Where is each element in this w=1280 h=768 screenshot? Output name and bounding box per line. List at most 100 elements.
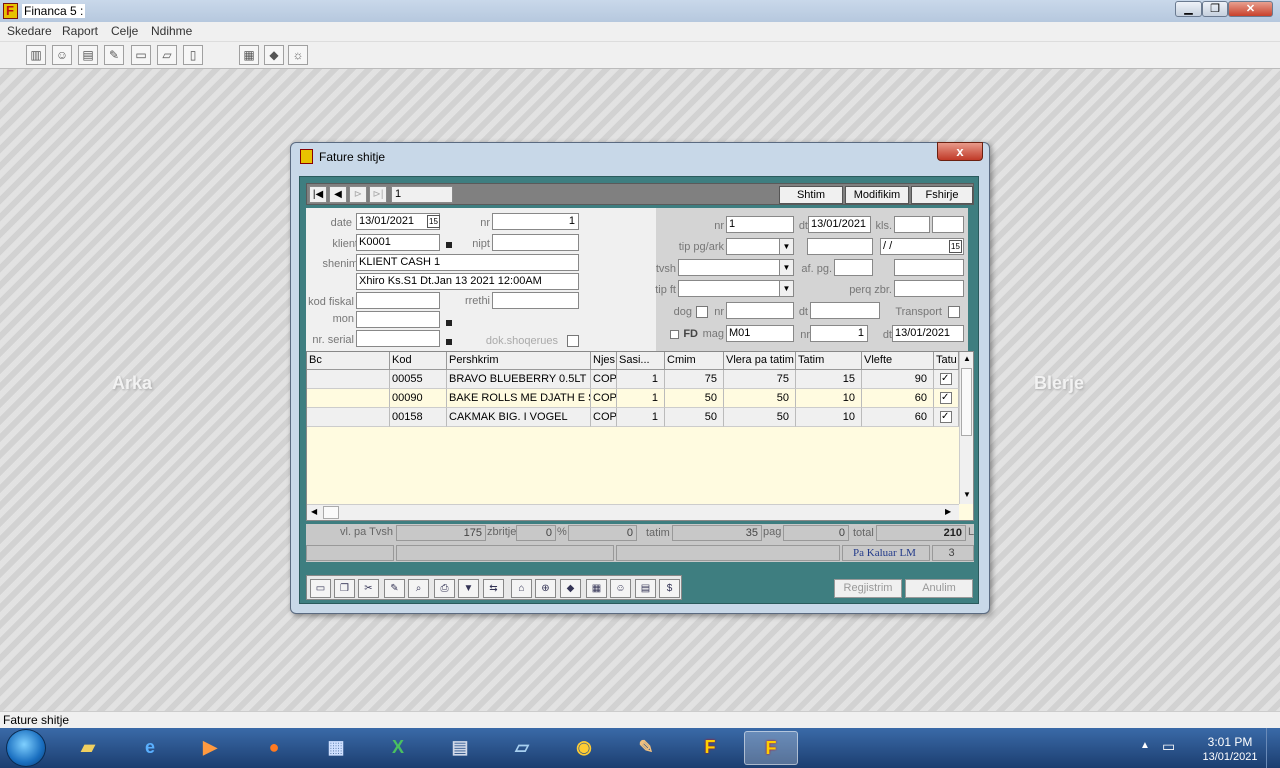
dollar-icon[interactable]: $ <box>659 579 680 598</box>
show-hidden-icons-icon[interactable]: ▲ <box>1140 740 1150 751</box>
dog-checkbox[interactable] <box>696 306 708 318</box>
menu-ndihme[interactable]: Ndihme <box>151 24 192 38</box>
column-header[interactable]: Kod <box>390 352 447 370</box>
first-record-button[interactable]: |◀ <box>309 186 327 203</box>
document-search-icon[interactable]: ⌕ <box>408 579 429 598</box>
shenim-line2-field[interactable]: Xhiro Ks.S1 Dt.Jan 13 2021 12:00AM <box>356 273 579 290</box>
chevron-down-icon[interactable]: ▼ <box>779 239 793 254</box>
internet-explorer-icon[interactable]: e <box>126 731 174 765</box>
clock-time[interactable]: 3:01 PM <box>1195 735 1265 749</box>
table-row[interactable]: 00158 CAKMAK BIG. I VOGEL COP 1 50 50 10… <box>307 408 959 427</box>
nr-serial-lookup-icon[interactable] <box>446 339 452 345</box>
cell-tatim[interactable]: 15 <box>796 370 862 389</box>
anulim-button[interactable]: Anulim <box>905 579 973 598</box>
financa-icon[interactable]: F <box>686 731 734 765</box>
cell-vlefte[interactable]: 60 <box>862 389 934 408</box>
network-icon[interactable]: ▭ <box>1162 738 1175 755</box>
users-icon[interactable]: ☺ <box>52 45 72 65</box>
arka-shortcut[interactable]: Arka <box>112 373 152 394</box>
cell-bc[interactable] <box>307 408 390 427</box>
cell-kod[interactable]: 00055 <box>390 370 447 389</box>
screen-icon[interactable]: ▭ <box>310 579 331 598</box>
fshirje-button[interactable]: Fshirje <box>911 186 973 204</box>
excel-icon[interactable]: X <box>374 731 422 765</box>
pg-extra-field[interactable] <box>807 238 873 255</box>
tatu-checkbox[interactable]: ✓ <box>940 411 952 423</box>
folder-open-icon[interactable]: ▱ <box>157 45 177 65</box>
restore-button[interactable]: ❐ <box>1202 1 1228 17</box>
media-player-icon[interactable]: ▶ <box>186 731 234 765</box>
edit-note-icon[interactable]: ✎ <box>384 579 405 598</box>
cell-njes[interactable]: COP <box>591 389 617 408</box>
previous-record-button[interactable]: ◀ <box>329 186 347 203</box>
cell-pershkrim[interactable]: CAKMAK BIG. I VOGEL <box>447 408 591 427</box>
chrome-icon[interactable]: ◉ <box>560 731 608 765</box>
cell-njes[interactable]: COP <box>591 408 617 427</box>
column-header[interactable]: Tatu <box>934 352 959 370</box>
af-pg-extra-field[interactable] <box>894 259 964 276</box>
calculator-icon[interactable]: ▦ <box>586 579 607 598</box>
column-header[interactable]: Vlefte <box>862 352 934 370</box>
financa-active-icon[interactable]: F <box>744 731 798 765</box>
calendar-icon[interactable]: 15 <box>427 215 440 228</box>
cell-vlera-pa-tatim[interactable]: 50 <box>724 389 796 408</box>
perq-zbr-field[interactable] <box>894 280 964 297</box>
cell-njes[interactable]: COP <box>591 370 617 389</box>
cell-sasi[interactable]: 1 <box>617 408 665 427</box>
scroll-down-icon[interactable]: ▼ <box>963 490 971 499</box>
clock-date[interactable]: 13/01/2021 <box>1190 751 1270 763</box>
shtim-button[interactable]: Shtim <box>779 186 843 204</box>
cell-vlera-pa-tatim[interactable]: 50 <box>724 408 796 427</box>
cell-pershkrim[interactable]: BRAVO BLUEBERRY 0.5LT <box>447 370 591 389</box>
right-dt-field[interactable]: 13/01/2021 <box>808 216 871 233</box>
cell-vlera-pa-tatim[interactable]: 75 <box>724 370 796 389</box>
af-pg-field[interactable] <box>834 259 873 276</box>
transfer-icon[interactable]: ⇆ <box>483 579 504 598</box>
kod-fiskal-field[interactable] <box>356 292 440 309</box>
column-header[interactable]: Bc <box>307 352 390 370</box>
cash-icon[interactable]: ▤ <box>635 579 656 598</box>
menu-skedare[interactable]: Skedare <box>7 24 52 38</box>
menu-celje[interactable]: Celje <box>111 24 138 38</box>
klient-lookup-icon[interactable] <box>446 242 452 248</box>
record-number-field[interactable]: 1 <box>391 186 453 203</box>
cut-icon[interactable]: ✂ <box>358 579 379 598</box>
vertical-scrollbar[interactable]: ▲ ▼ <box>959 352 973 504</box>
blerje-shortcut[interactable]: Blerje <box>1034 373 1084 394</box>
scroll-up-icon[interactable]: ▲ <box>963 354 971 363</box>
discount-icon[interactable]: ▼ <box>458 579 479 598</box>
horizontal-scrollbar[interactable]: ◀ ▶ <box>307 504 959 520</box>
scroll-thumb[interactable] <box>961 368 972 436</box>
cash-icon[interactable]: ▤ <box>78 45 98 65</box>
modifikim-button[interactable]: Modifikim <box>845 186 909 204</box>
dok-shoqerues-checkbox[interactable] <box>567 335 579 347</box>
mag-dt-field[interactable]: 13/01/2021 <box>892 325 964 342</box>
table-row[interactable]: 00055 BRAVO BLUEBERRY 0.5LT COP 1 75 75 … <box>307 370 959 389</box>
mon-field[interactable] <box>356 311 440 328</box>
column-header[interactable]: Njes <box>591 352 617 370</box>
ledger-icon[interactable]: ▥ <box>26 45 46 65</box>
print-icon[interactable]: ⎙ <box>434 579 455 598</box>
hscroll-thumb[interactable] <box>323 506 339 519</box>
cell-cmim[interactable]: 75 <box>665 370 724 389</box>
cell-kod[interactable]: 00158 <box>390 408 447 427</box>
chevron-down-icon[interactable]: ▼ <box>779 281 793 296</box>
column-header[interactable]: Tatim <box>796 352 862 370</box>
cell-vlefte[interactable]: 60 <box>862 408 934 427</box>
store-icon[interactable]: ⌂ <box>511 579 532 598</box>
calculator-icon[interactable]: ▤ <box>436 731 484 765</box>
cell-vlefte[interactable]: 90 <box>862 370 934 389</box>
users-icon[interactable]: ☺ <box>610 579 631 598</box>
cell-cmim[interactable]: 50 <box>665 408 724 427</box>
book-icon[interactable]: ◆ <box>264 45 284 65</box>
document-icon[interactable]: ▯ <box>183 45 203 65</box>
menu-raport[interactable]: Raport <box>62 24 98 38</box>
mag-nr-field[interactable]: 1 <box>810 325 868 342</box>
globe-icon[interactable]: ⊕ <box>535 579 556 598</box>
table-row[interactable]: 00090 BAKE ROLLS ME DJATH E SPINAQ 80 GR… <box>307 389 959 408</box>
nr-field[interactable]: 1 <box>492 213 579 230</box>
rrethi-field[interactable] <box>492 292 579 309</box>
nr-serial-field[interactable] <box>356 330 440 347</box>
cell-sasi[interactable]: 1 <box>617 370 665 389</box>
firefox-icon[interactable]: ● <box>250 731 298 765</box>
